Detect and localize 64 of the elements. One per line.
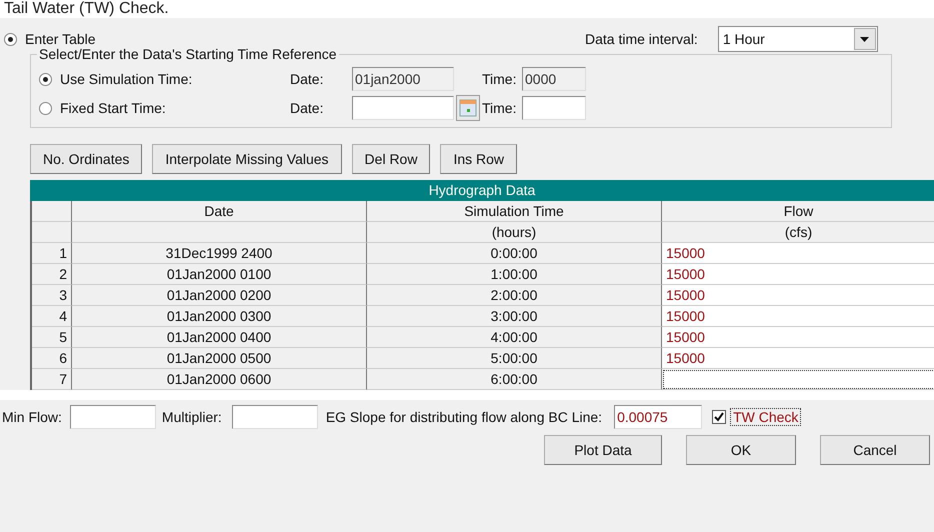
- group-title: Select/Enter the Data's Starting Time Reference: [37, 46, 339, 62]
- table-cell: 0:00:00: [367, 243, 662, 264]
- row-number: 6: [32, 348, 72, 369]
- radio-button[interactable]: [39, 102, 52, 114]
- table-cell: 01Jan2000 0100: [72, 264, 367, 285]
- table-cell: 3:00:00: [367, 306, 662, 327]
- radio-button[interactable]: [4, 32, 17, 46]
- eg-slope-label: EG Slope for distributing flow along BC Line:: [326, 409, 602, 425]
- table-cell: 01Jan2000 0600: [72, 369, 367, 390]
- date-field[interactable]: [352, 96, 454, 120]
- radio-label: Enter Table: [25, 31, 97, 47]
- table-title: Hydrograph Data: [30, 180, 934, 201]
- toolbar-button[interactable]: Interpolate Missing Values: [152, 144, 342, 174]
- dialog-button[interactable]: OK: [686, 435, 796, 465]
- interval-dropdown[interactable]: 1 Hour: [718, 26, 878, 52]
- min-flow-label: Min Flow:: [2, 409, 62, 425]
- toolbar-button[interactable]: Ins Row: [440, 144, 518, 174]
- caret-icon: [860, 36, 870, 42]
- date-label: Date:: [290, 71, 324, 87]
- radio-label: Use Simulation Time:: [60, 71, 194, 87]
- flow-cell[interactable]: 15000: [662, 348, 934, 369]
- table-cell: 6:00:00: [367, 369, 662, 390]
- table-cell: 4:00:00: [367, 327, 662, 348]
- dialog-button[interactable]: Plot Data: [544, 435, 662, 465]
- calendar-icon[interactable]: [456, 95, 480, 121]
- time-label: Time:: [482, 100, 518, 116]
- eg-slope-field[interactable]: 0.00075: [614, 405, 702, 429]
- flow-cell[interactable]: 15000: [662, 327, 934, 348]
- row-number: 4: [32, 306, 72, 327]
- multiplier-label: Multiplier:: [162, 409, 222, 425]
- flow-cell[interactable]: [662, 369, 934, 390]
- checkbox-label: TW Check: [730, 408, 802, 426]
- flow-cell[interactable]: 15000: [662, 306, 934, 327]
- row-number: 7: [32, 369, 72, 390]
- row-number: 2: [32, 264, 72, 285]
- multiplier-field[interactable]: [232, 405, 318, 429]
- toolbar-button[interactable]: Del Row: [352, 144, 430, 174]
- row-number: 3: [32, 285, 72, 306]
- row-number: 1: [32, 243, 72, 264]
- table-cell: 5:00:00: [367, 348, 662, 369]
- table-cell: 01Jan2000 0200: [72, 285, 367, 306]
- flow-cell[interactable]: 15000: [662, 243, 934, 264]
- flow-cell[interactable]: 15000: [662, 264, 934, 285]
- toolbar-button[interactable]: No. Ordinates: [30, 144, 142, 174]
- table-cell: 1:00:00: [367, 264, 662, 285]
- table-cell: 2:00:00: [367, 285, 662, 306]
- time-label: Time:: [482, 71, 518, 87]
- column-header: Simulation Time: [367, 201, 662, 222]
- tw-check-checkbox[interactable]: [712, 410, 726, 424]
- time-field[interactable]: [522, 96, 586, 120]
- interval-label: Data time interval:: [585, 31, 698, 47]
- radio-label: Fixed Start Time:: [60, 100, 167, 116]
- table-cell: 31Dec1999 2400: [72, 243, 367, 264]
- column-header: Date: [72, 201, 367, 222]
- date-label: Date:: [290, 100, 324, 116]
- table-cell: 01Jan2000 0300: [72, 306, 367, 327]
- table-cell: 01Jan2000 0400: [72, 327, 367, 348]
- dialog-button[interactable]: Cancel: [820, 435, 930, 465]
- heading: Tail Water (TW) Check.: [3, 0, 170, 18]
- flow-cell[interactable]: 15000: [662, 285, 934, 306]
- min-flow-field[interactable]: [70, 405, 156, 429]
- table-cell: 01Jan2000 0500: [72, 348, 367, 369]
- row-number: 5: [32, 327, 72, 348]
- unit-header: (hours): [367, 222, 662, 243]
